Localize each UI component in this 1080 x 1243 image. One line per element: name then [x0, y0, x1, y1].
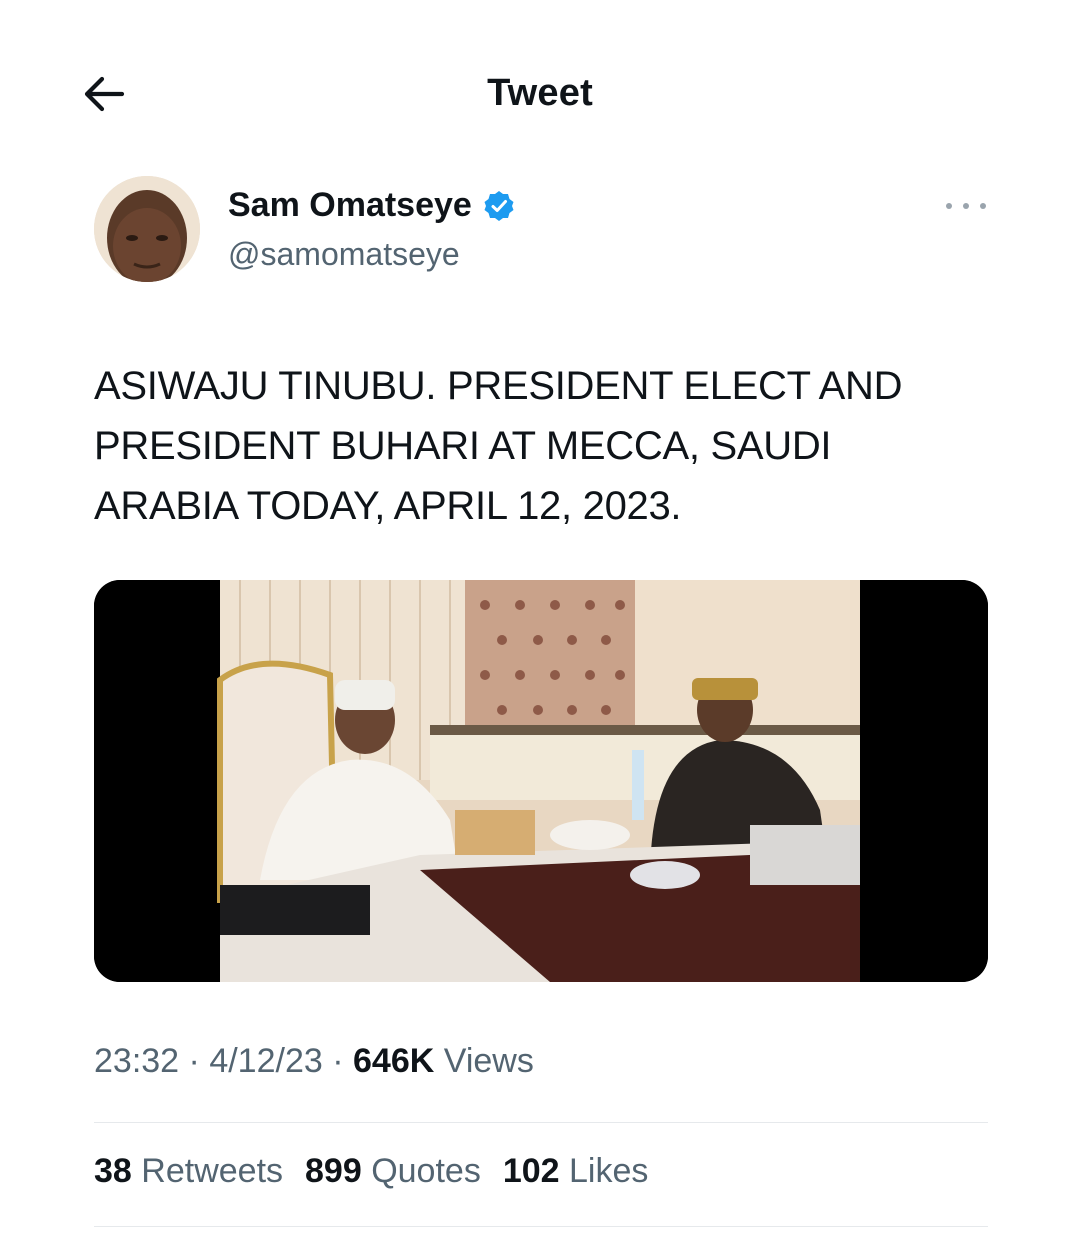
- retweets-count: 38: [94, 1152, 132, 1190]
- author-name-text: Sam Omatseye: [228, 186, 472, 224]
- views-count: 646K: [353, 1042, 435, 1080]
- engagement-stats: 38 Retweets 899 Quotes 102 Likes: [94, 1152, 648, 1191]
- tweet-meta: 23:32 · 4/12/23 · 646K Views: [94, 1042, 534, 1081]
- tweet-text-line: PRESIDENT BUHARI AT MECCA, SAUDI: [94, 424, 832, 468]
- retweets-label: Retweets: [141, 1152, 284, 1190]
- quotes-label: Quotes: [371, 1152, 481, 1190]
- views-label: Views: [443, 1042, 534, 1080]
- author-handle[interactable]: @samomatseye: [228, 236, 460, 273]
- tweet-date[interactable]: 4/12/23: [209, 1042, 322, 1080]
- tweet-text: ASIWAJU TINUBU. PRESIDENT ELECT AND PRES…: [94, 356, 994, 536]
- divider: [94, 1226, 988, 1227]
- retweets-stat[interactable]: 38 Retweets: [94, 1152, 283, 1191]
- avatar[interactable]: [94, 176, 200, 282]
- tweet-photo[interactable]: [94, 580, 988, 982]
- likes-stat[interactable]: 102 Likes: [503, 1152, 649, 1191]
- likes-label: Likes: [569, 1152, 649, 1190]
- top-bar: Tweet: [0, 60, 1080, 124]
- meta-separator: ·: [332, 1042, 354, 1080]
- quotes-stat[interactable]: 899 Quotes: [305, 1152, 481, 1191]
- tweet-text-line: ARABIA TODAY, APRIL 12, 2023.: [94, 484, 682, 528]
- tweet-time[interactable]: 23:32: [94, 1042, 179, 1080]
- meta-separator: ·: [188, 1042, 210, 1080]
- page-title: Tweet: [487, 72, 593, 114]
- quotes-count: 899: [305, 1152, 362, 1190]
- more-options-icon[interactable]: [946, 196, 986, 216]
- verified-badge-icon: [484, 190, 514, 221]
- likes-count: 102: [502, 1152, 560, 1190]
- author-name[interactable]: Sam Omatseye: [228, 186, 516, 225]
- divider: [94, 1122, 988, 1123]
- tweet-text-line: ASIWAJU TINUBU. PRESIDENT ELECT AND: [94, 364, 903, 408]
